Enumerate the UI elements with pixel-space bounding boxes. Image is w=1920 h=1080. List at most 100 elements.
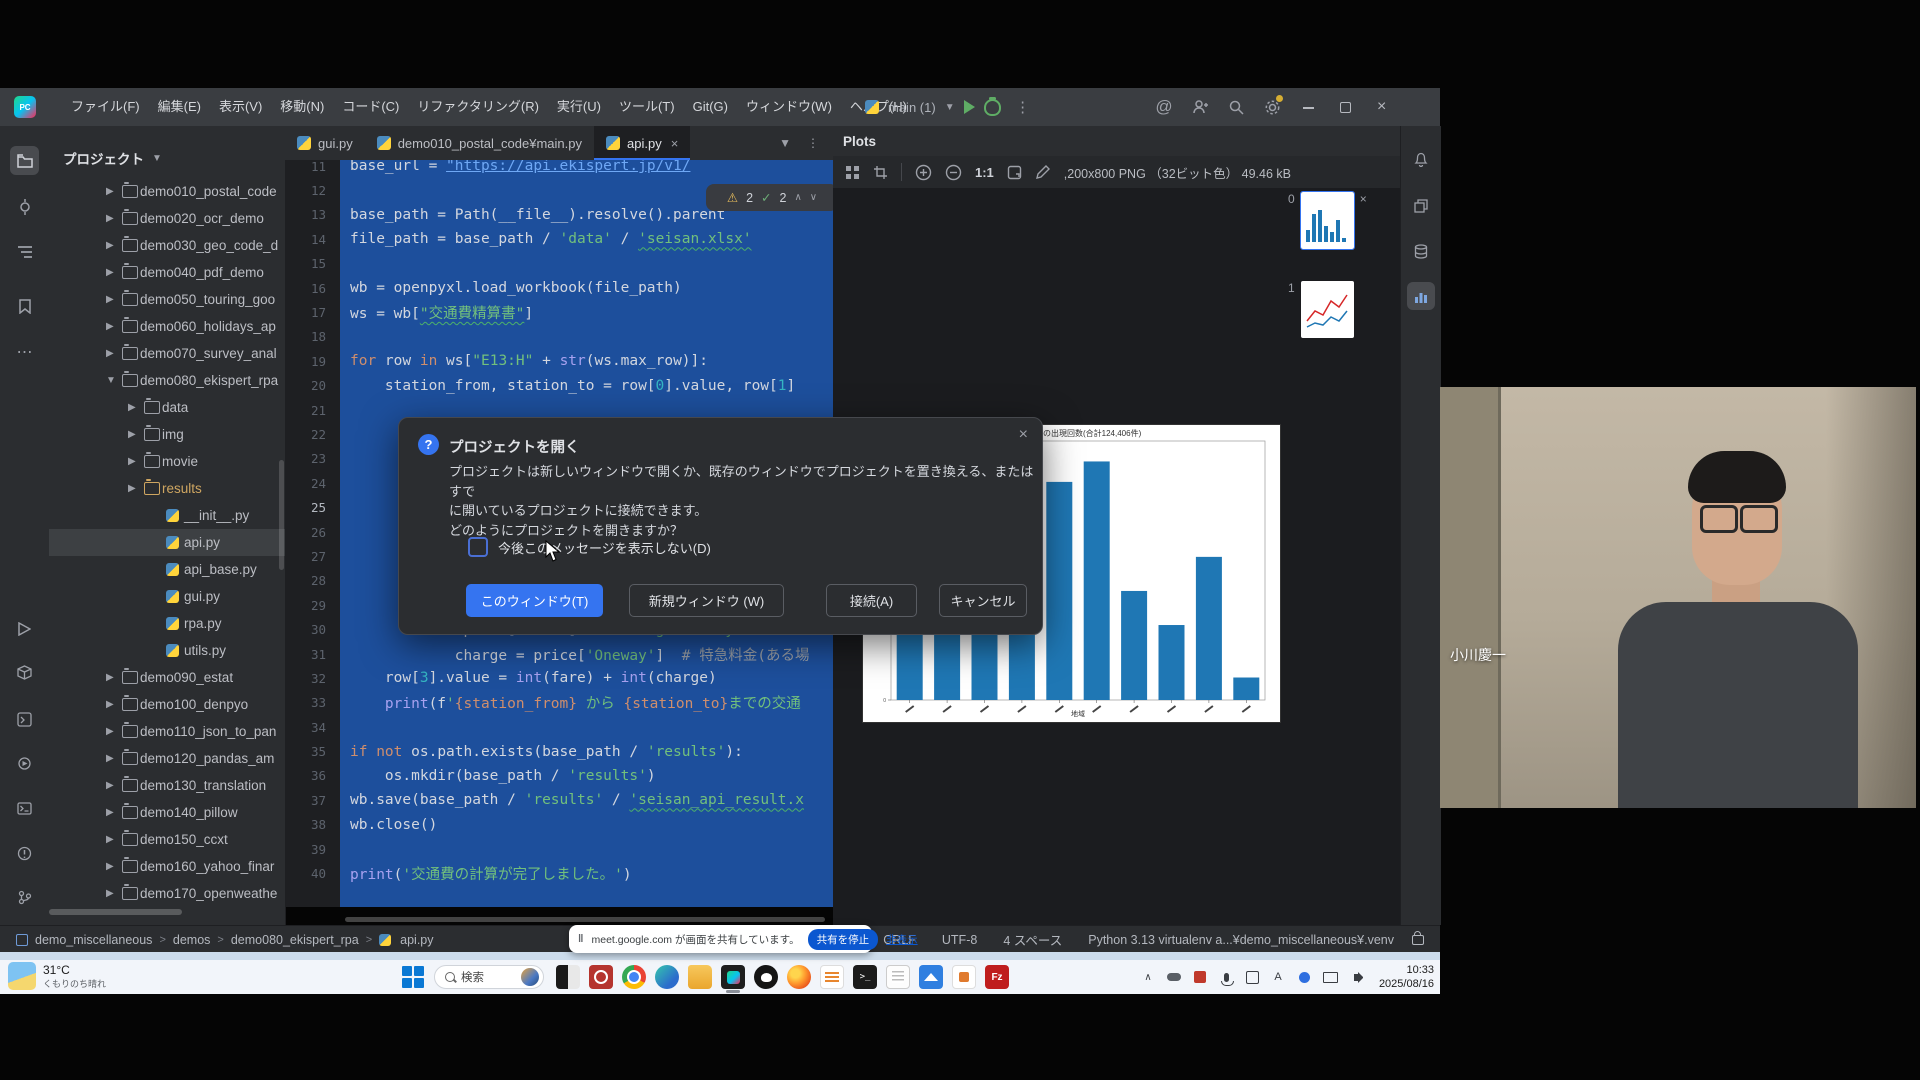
tree-item[interactable]: ▶demo160_yahoo_finar — [49, 853, 285, 880]
menu-item[interactable]: ツール(T) — [610, 88, 684, 126]
taskbar-app-github[interactable] — [754, 965, 778, 989]
ai-assistant-icon[interactable] — [1407, 192, 1435, 220]
tree-item[interactable]: gui.py — [49, 583, 285, 610]
structure-tool-icon[interactable] — [10, 237, 39, 266]
tree-item[interactable]: ▶img — [49, 421, 285, 448]
chevron-right-icon[interactable]: ▶ — [106, 780, 122, 791]
window-minimize-button[interactable] — [1303, 106, 1314, 109]
tree-item[interactable]: ▶demo110_json_to_pan — [49, 718, 285, 745]
run-tool-icon[interactable] — [10, 614, 39, 643]
chevron-down-icon[interactable]: ▼ — [106, 375, 122, 386]
tree-item[interactable]: ▶demo120_pandas_am — [49, 745, 285, 772]
bookmarks-tool-icon[interactable] — [10, 292, 39, 321]
taskbar-app-photos[interactable] — [919, 965, 943, 989]
tree-item[interactable]: ▶demo030_geo_code_d — [49, 232, 285, 259]
taskbar-app-note[interactable] — [886, 965, 910, 989]
menu-item[interactable]: リファクタリング(R) — [408, 88, 548, 126]
run-config-selector[interactable]: main (1) — [888, 100, 936, 115]
tree-item[interactable]: ▶demo020_ocr_demo — [49, 205, 285, 232]
next-problem-icon[interactable]: ∨ — [810, 192, 817, 203]
taskbar-clock[interactable]: 10:33 2025/08/16 — [1379, 963, 1434, 991]
menu-item[interactable]: ファイル(F) — [62, 88, 149, 126]
security-icon[interactable] — [1244, 969, 1260, 985]
problems-tool-icon[interactable] — [10, 839, 39, 868]
taskbar-app-split[interactable] — [556, 965, 580, 989]
breadcrumb-item[interactable]: demo080_ekispert_rpa — [231, 933, 359, 947]
stop-sharing-button[interactable]: 共有を停止 — [808, 929, 879, 950]
terminal-tool-icon[interactable] — [10, 794, 39, 823]
window-close-button[interactable]: × — [1377, 98, 1386, 116]
close-thumbnail-icon[interactable]: × — [1360, 192, 1367, 206]
speaker-icon[interactable] — [1348, 969, 1364, 985]
breadcrumb-item[interactable]: demo_miscellaneous — [35, 933, 152, 947]
chevron-right-icon[interactable]: ▶ — [128, 429, 144, 440]
chevron-right-icon[interactable]: ▶ — [106, 834, 122, 845]
chevron-right-icon[interactable]: ▶ — [106, 672, 122, 683]
tree-item[interactable]: utils.py — [49, 637, 285, 664]
chevron-right-icon[interactable]: ▶ — [106, 267, 122, 278]
chevron-right-icon[interactable]: ▶ — [106, 186, 122, 197]
tree-item[interactable]: api_base.py — [49, 556, 285, 583]
tree-item[interactable]: ▶demo050_touring_goo — [49, 286, 285, 313]
status-item[interactable]: Python 3.13 virtualenv a...¥demo_miscell… — [1088, 933, 1394, 947]
taskbar-app-tasks[interactable] — [820, 965, 844, 989]
onedrive-cloud-icon[interactable] — [1166, 969, 1182, 985]
menu-item[interactable]: 編集(E) — [149, 88, 210, 126]
chevron-right-icon[interactable]: ▶ — [106, 888, 122, 899]
chevron-right-icon[interactable]: ▶ — [106, 348, 122, 359]
tree-item[interactable]: ▶demo130_translation — [49, 772, 285, 799]
taskbar-app-term[interactable]: >_ — [853, 965, 877, 989]
plot-thumbnail-item[interactable]: 0 × — [1288, 192, 1388, 249]
tree-item[interactable]: ▶demo140_pillow — [49, 799, 285, 826]
commit-tool-icon[interactable] — [10, 192, 39, 221]
menu-item[interactable]: 表示(V) — [210, 88, 271, 126]
tree-item[interactable]: ▶demo090_estat — [49, 664, 285, 691]
hidden-icons-chevron[interactable]: ∧ — [1140, 969, 1156, 985]
taskbar-app-red[interactable] — [589, 965, 613, 989]
display-icon[interactable] — [1322, 969, 1338, 985]
tree-item[interactable]: ▶demo070_survey_anal — [49, 340, 285, 367]
zoom-in-icon[interactable] — [915, 164, 932, 181]
new-window-button[interactable]: 新規ウィンドウ (W) — [629, 584, 784, 617]
taskbar-search[interactable]: 検索 — [434, 965, 544, 989]
tree-item[interactable]: ▶results — [49, 475, 285, 502]
version-control-tool-icon[interactable] — [10, 883, 39, 912]
chevron-right-icon[interactable]: ▶ — [106, 213, 122, 224]
breadcrumb-item[interactable]: demos — [173, 933, 211, 947]
tree-item[interactable]: ▶data — [49, 394, 285, 421]
chevron-right-icon[interactable]: ▶ — [128, 456, 144, 467]
taskbar-app-chrome[interactable] — [622, 965, 646, 989]
tree-item[interactable]: ▶demo150_ccxt — [49, 826, 285, 853]
chevron-right-icon[interactable]: ▶ — [128, 483, 144, 494]
tray-app-icon[interactable] — [1192, 969, 1208, 985]
taskbar-app-edge[interactable] — [655, 965, 679, 989]
menu-item[interactable]: 移動(N) — [271, 88, 333, 126]
search-icon[interactable] — [1222, 93, 1250, 121]
debug-button[interactable] — [984, 99, 1001, 116]
tree-item[interactable]: rpa.py — [49, 610, 285, 637]
project-panel-header[interactable]: プロジェクト ▼ — [63, 148, 162, 168]
status-item[interactable]: UTF-8 — [942, 933, 977, 947]
editor-scrollbar-horizontal[interactable] — [345, 917, 825, 922]
dialog-close-icon[interactable]: × — [1019, 426, 1028, 444]
tabs-more-icon[interactable]: ⋮ — [807, 136, 819, 150]
start-button[interactable] — [402, 966, 424, 988]
prev-problem-icon[interactable]: ∧ — [794, 192, 801, 203]
thumbnails-grid-icon[interactable] — [845, 165, 860, 180]
chevron-right-icon[interactable]: ▶ — [106, 699, 122, 710]
plots-tool-icon[interactable] — [1407, 282, 1435, 310]
menu-item[interactable]: Git(G) — [684, 88, 737, 126]
tree-item[interactable]: ▶demo010_postal_code — [49, 178, 285, 205]
editor-tab-demo010-postal-code-main-py[interactable]: demo010_postal_code¥main.py — [365, 126, 594, 160]
notifications-bell-icon[interactable] — [1407, 145, 1435, 173]
taskbar-app-uipath[interactable] — [952, 965, 976, 989]
project-scrollbar-horizontal[interactable] — [49, 909, 182, 915]
taskbar-weather-widget[interactable]: 31°C くもりのち晴れ — [8, 962, 106, 990]
breadcrumb-item[interactable]: api.py — [400, 933, 433, 947]
thumbnail-bar-chart[interactable] — [1301, 192, 1354, 249]
tree-item[interactable]: api.py — [49, 529, 285, 556]
crop-frame-icon[interactable] — [873, 165, 888, 180]
taskbar-app-folder[interactable] — [688, 965, 712, 989]
inspections-widget[interactable]: ⚠2 ✓2 ∧ ∨ — [706, 184, 838, 211]
edit-pencil-icon[interactable] — [1035, 164, 1051, 180]
